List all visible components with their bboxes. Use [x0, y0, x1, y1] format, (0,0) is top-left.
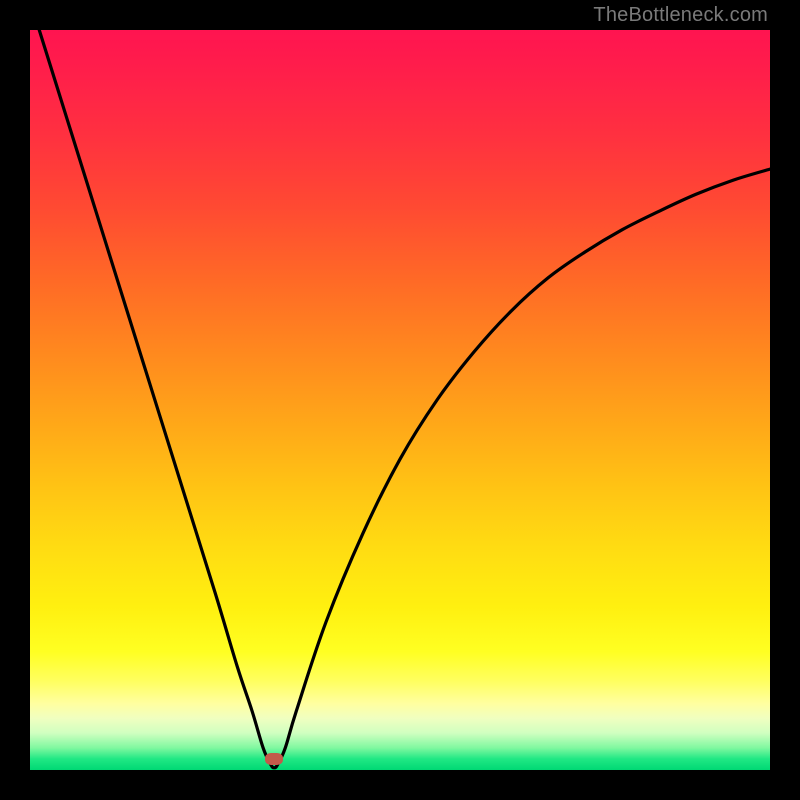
plot-area — [30, 30, 770, 770]
chart-frame: TheBottleneck.com — [0, 0, 800, 800]
bottleneck-curve — [30, 30, 770, 770]
optimum-marker — [265, 753, 283, 765]
watermark-text: TheBottleneck.com — [593, 4, 768, 27]
